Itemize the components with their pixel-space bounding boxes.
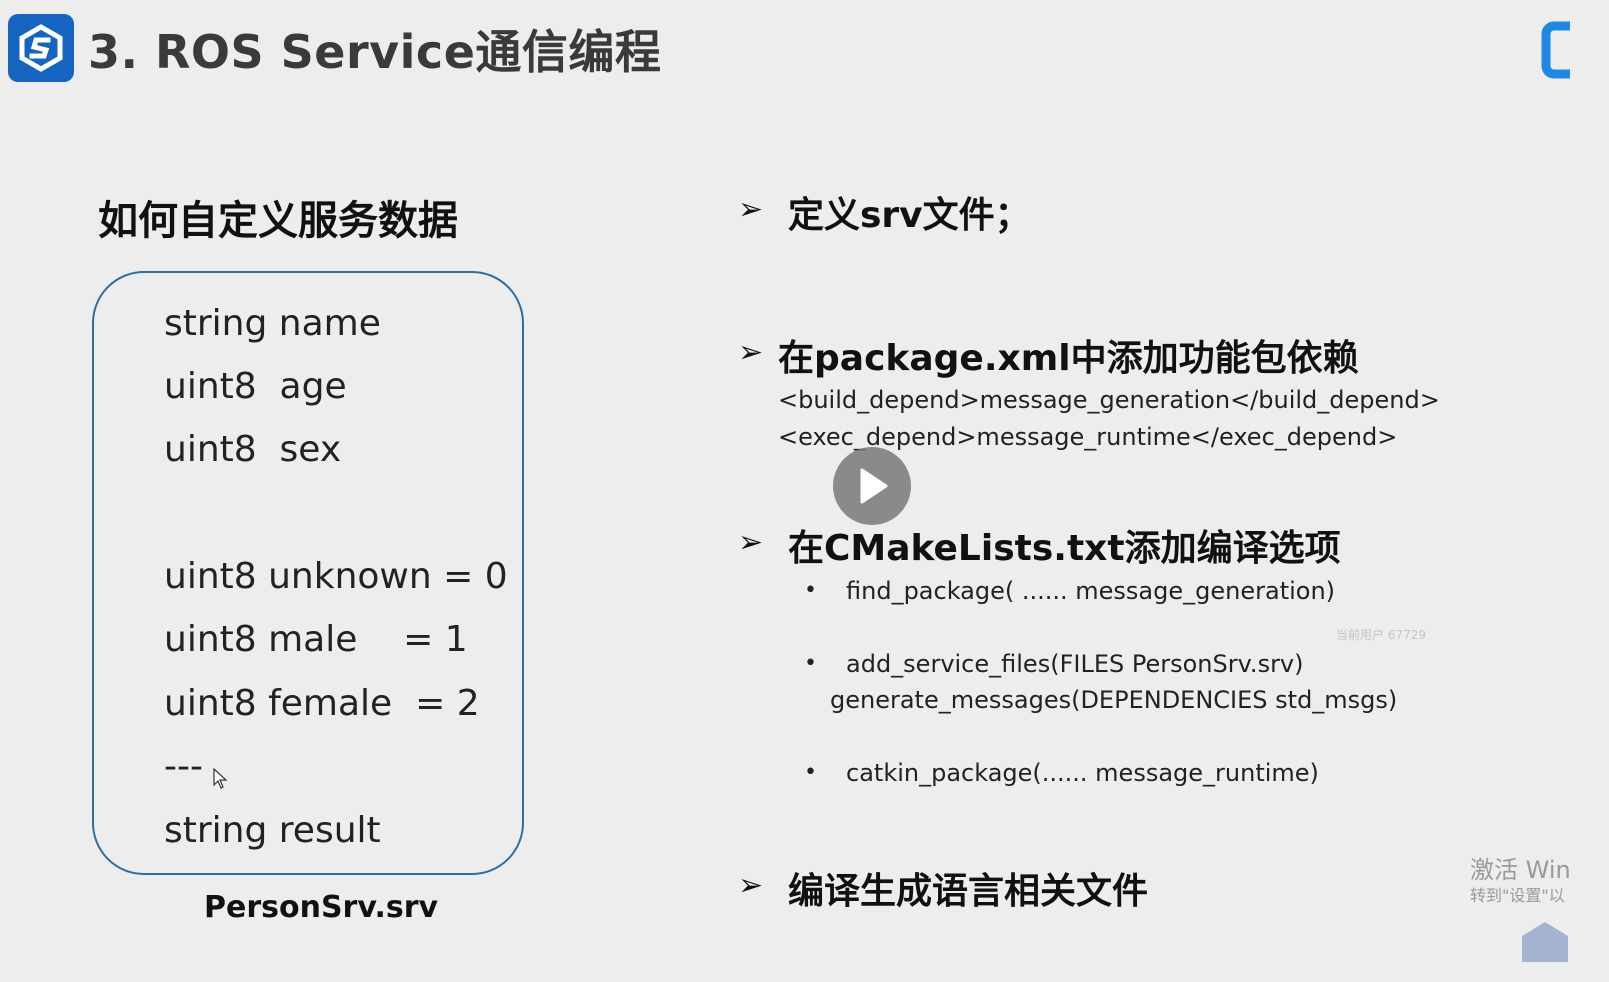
code-line: catkin_package(...... message_runtime) — [846, 759, 1319, 787]
activate-windows-text: 激活 Win — [1470, 856, 1571, 884]
step-compile: 编译生成语言相关文件 — [788, 871, 1149, 912]
srv-line: uint8 sex — [164, 429, 342, 470]
code-line: find_package( ...... message_generation) — [846, 577, 1336, 605]
srv-line: uint8 unknown = 0 — [164, 556, 508, 597]
srv-line: uint8 male = 1 — [164, 619, 468, 660]
bullet-dot: • — [804, 578, 817, 603]
section-heading: 如何自定义服务数据 — [98, 198, 458, 244]
activate-windows-subtext: 转到"设置"以 — [1470, 886, 1565, 905]
step-package-xml: 在package.xml中添加功能包依赖 — [778, 338, 1359, 379]
user-watermark: 当前用户 67729 — [1336, 628, 1426, 642]
arrow-bullet-icon: ➢ — [738, 192, 764, 227]
srv-line: uint8 age — [164, 366, 347, 407]
corner-logo-icon — [1540, 20, 1570, 80]
code-line: add_service_files(FILES PersonSrv.srv) — [846, 650, 1304, 678]
play-icon — [860, 468, 888, 504]
page-title: 3. ROS Service通信编程 — [88, 25, 662, 79]
mouse-cursor-icon — [213, 767, 229, 794]
code-line: generate_messages(DEPENDENCIES std_msgs) — [830, 686, 1398, 714]
step-define-srv: 定义srv文件； — [788, 195, 1031, 236]
srv-line: string result — [164, 810, 381, 851]
srv-file-caption: PersonSrv.srv — [204, 890, 439, 925]
arrow-bullet-icon: ➢ — [738, 335, 764, 370]
srv-separator: --- — [164, 746, 203, 787]
arrow-bullet-icon: ➢ — [738, 525, 764, 560]
step-cmakelists: 在CMakeLists.txt添加编译选项 — [788, 528, 1341, 569]
play-button[interactable] — [833, 447, 911, 525]
brand-logo-icon — [8, 14, 74, 82]
arrow-bullet-icon: ➢ — [738, 868, 764, 903]
bullet-dot: • — [804, 651, 817, 676]
srv-line: uint8 female = 2 — [164, 683, 480, 724]
srv-line: string name — [164, 303, 381, 344]
bullet-dot: • — [804, 760, 817, 785]
code-line: <build_depend>message_generation</build_… — [778, 386, 1440, 414]
corner-decoration-icon — [1520, 914, 1570, 964]
